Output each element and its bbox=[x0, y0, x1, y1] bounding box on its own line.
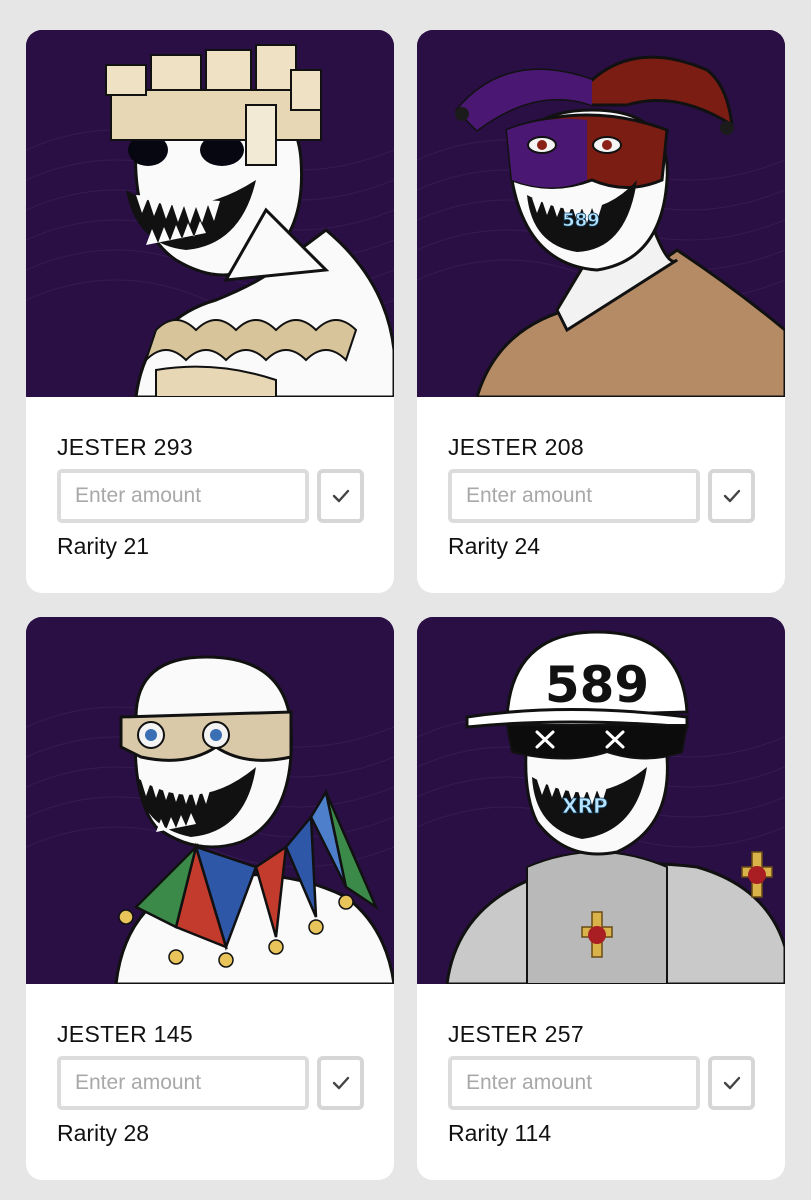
amount-input[interactable] bbox=[57, 1056, 309, 1110]
rarity-label: Rarity 114 bbox=[448, 1120, 552, 1146]
amount-input[interactable] bbox=[448, 469, 700, 523]
nft-card: JESTER 145 Rarity 28 bbox=[26, 617, 394, 1180]
amount-input[interactable] bbox=[57, 469, 309, 523]
svg-text:XRP: XRP bbox=[562, 794, 607, 818]
nft-name: JESTER 208 bbox=[448, 434, 584, 460]
nft-card: 589 JESTER 208 Rarity 24 bbox=[417, 30, 785, 593]
check-icon bbox=[723, 1076, 740, 1090]
cap-text: 589 bbox=[545, 656, 649, 714]
confirm-button[interactable] bbox=[708, 469, 755, 523]
teeth-text: XRP bbox=[562, 794, 608, 819]
check-icon bbox=[332, 1076, 349, 1090]
confirm-button[interactable] bbox=[317, 1056, 364, 1110]
nft-name: JESTER 145 bbox=[57, 1021, 193, 1047]
nft-artwork[interactable]: 589 XRP bbox=[417, 617, 785, 984]
jester-145-illustration bbox=[26, 617, 394, 984]
confirm-button[interactable] bbox=[708, 1056, 755, 1110]
nft-card: JESTER 293 Rarity 21 bbox=[26, 30, 394, 593]
confirm-button[interactable] bbox=[317, 469, 364, 523]
rarity-label: Rarity 24 bbox=[448, 533, 541, 559]
svg-text:589: 589 bbox=[545, 656, 649, 714]
svg-text:589: 589 bbox=[562, 210, 600, 231]
nft-name: JESTER 257 bbox=[448, 1021, 584, 1047]
jester-208-illustration: 589 bbox=[417, 30, 785, 397]
rarity-label: Rarity 21 bbox=[57, 533, 150, 559]
rarity-label: Rarity 28 bbox=[57, 1120, 150, 1146]
check-icon bbox=[332, 489, 349, 503]
check-icon bbox=[723, 489, 740, 503]
mask-teeth-text: 589 bbox=[562, 210, 600, 232]
nft-artwork[interactable] bbox=[26, 30, 394, 397]
amount-input[interactable] bbox=[448, 1056, 700, 1110]
nft-name: JESTER 293 bbox=[57, 434, 193, 460]
nft-card: 589 XRP JESTER 257 Enter amount Rarity 1… bbox=[417, 617, 785, 1180]
nft-grid: JESTER 293 Rarity 21 bbox=[0, 0, 811, 1200]
jester-293-illustration bbox=[26, 30, 394, 397]
jester-257-illustration: 589 XRP bbox=[417, 617, 785, 984]
nft-artwork[interactable] bbox=[26, 617, 394, 984]
nft-artwork[interactable]: 589 bbox=[417, 30, 785, 397]
